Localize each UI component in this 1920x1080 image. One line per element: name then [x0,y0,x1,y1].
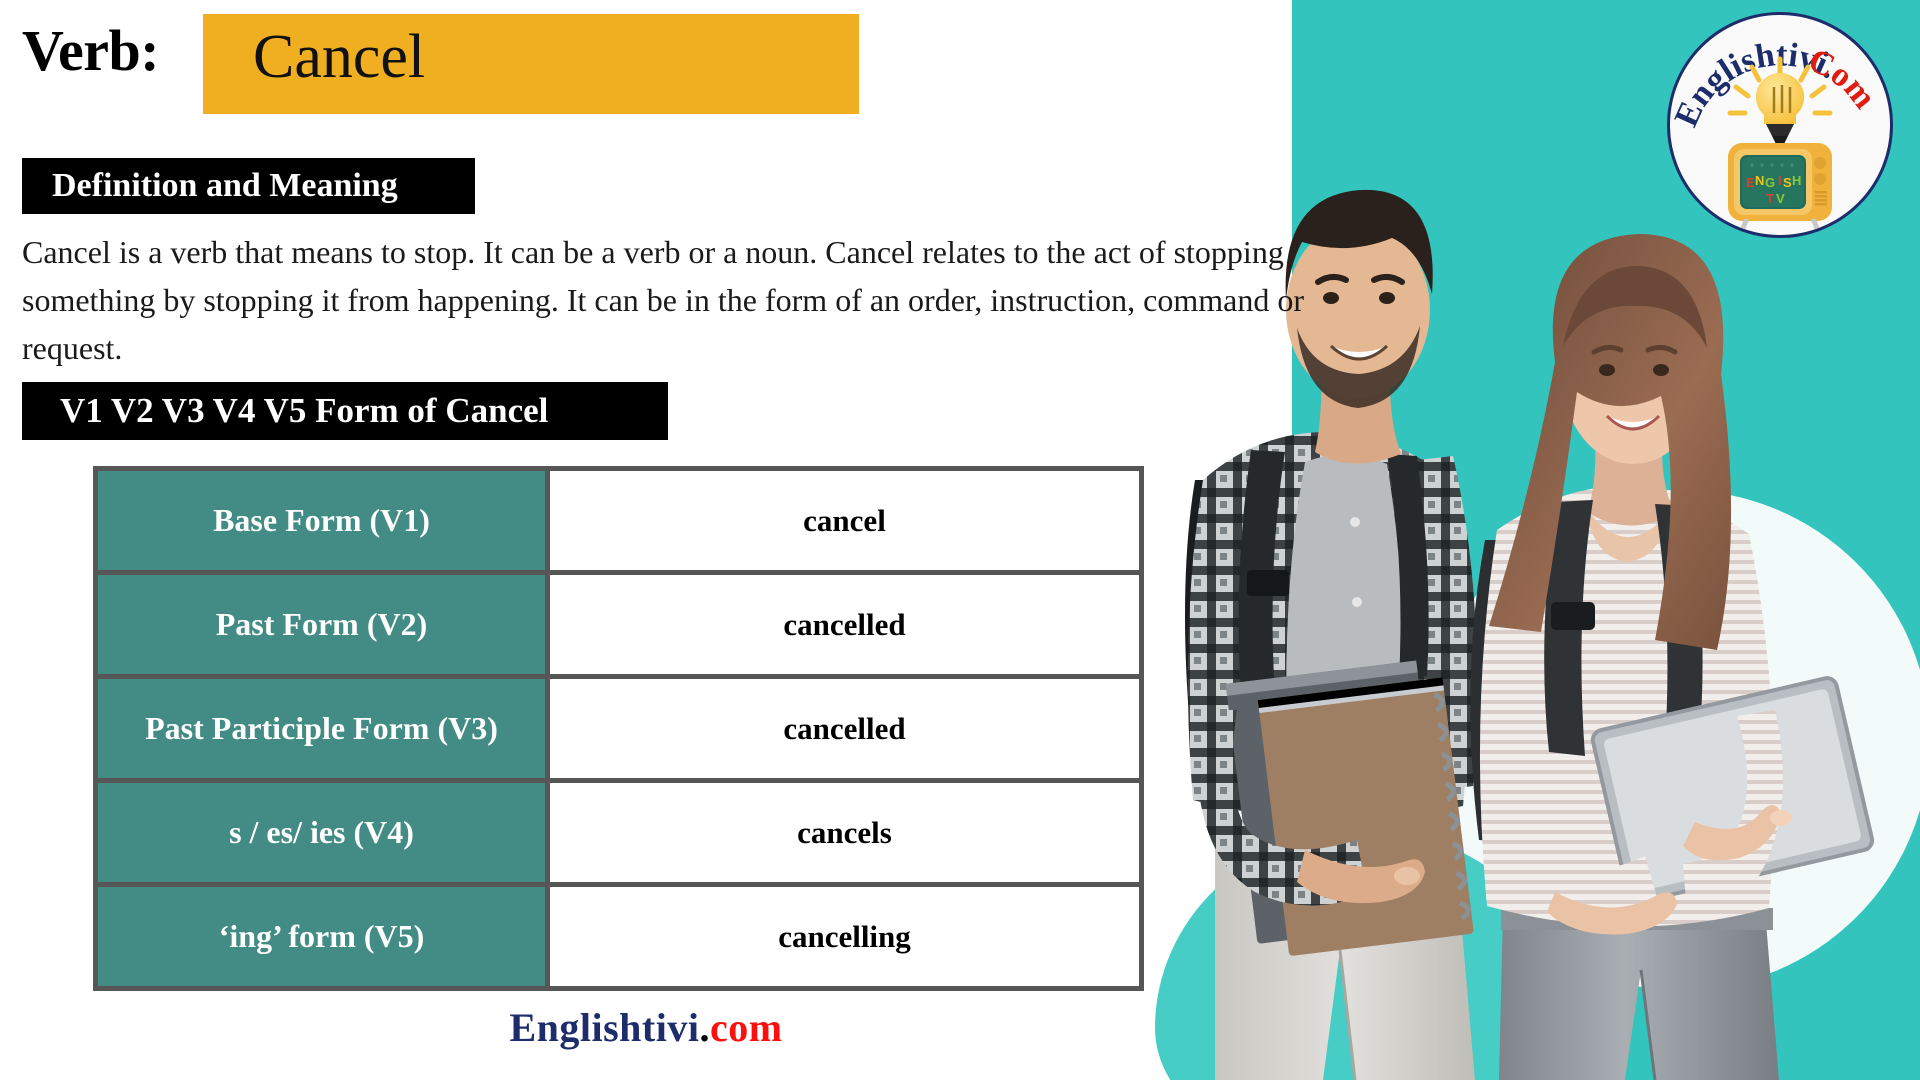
table-row: Base Form (V1) cancel [93,466,1144,575]
table-row: Past Participle Form (V3) cancelled [93,674,1144,783]
form-label-cell: Past Participle Form (V3) [93,674,550,783]
form-label-cell: s / es/ ies (V4) [93,778,550,887]
svg-text:Com: Com [1803,42,1883,116]
forms-heading-tag: V1 V2 V3 V4 V5 Form of Cancel [22,382,668,440]
page-root: Englishtivi. Com E N G I S H T V Verb: C… [0,0,1920,1080]
form-value-cell: cancelling [545,882,1144,991]
definition-paragraph: Cancel is a verb that means to stop. It … [22,234,1304,366]
svg-text:V: V [1776,191,1785,206]
table-row: ‘ing’ form (V5) cancelling [93,882,1144,991]
form-value-cell: cancelled [545,570,1144,679]
verb-forms-table: Base Form (V1) cancel Past Form (V2) can… [93,466,1144,991]
form-label-cell: Past Form (V2) [93,570,550,679]
form-value-cell: cancels [545,778,1144,887]
svg-text:G: G [1765,175,1775,190]
form-label-cell: ‘ing’ form (V5) [93,882,550,991]
svg-text:E: E [1746,175,1755,190]
form-value-cell: cancel [545,466,1144,575]
englishtivi-logo: Englishtivi. Com E N G I S H T V [1667,12,1893,238]
footer-website: Englishtivi.com [0,1004,1292,1051]
logo-tld-text: Com [1803,42,1883,116]
svg-text:H: H [1792,173,1801,188]
svg-text:T: T [1766,191,1774,206]
svg-text:I: I [1778,173,1782,188]
footer-dot: . [699,1005,710,1050]
footer-brand: Englishtivi [509,1005,700,1050]
form-value-cell: cancelled [545,674,1144,783]
definition-heading-tag: Definition and Meaning [22,158,475,214]
verb-word: Cancel [253,23,426,91]
verb-label: Verb: [22,18,160,83]
table-row: s / es/ ies (V4) cancels [93,778,1144,887]
svg-text:N: N [1755,173,1764,188]
form-label-cell: Base Form (V1) [93,466,550,575]
footer-tld: com [709,1005,783,1050]
table-row: Past Form (V2) cancelled [93,570,1144,679]
svg-text:S: S [1783,175,1792,190]
